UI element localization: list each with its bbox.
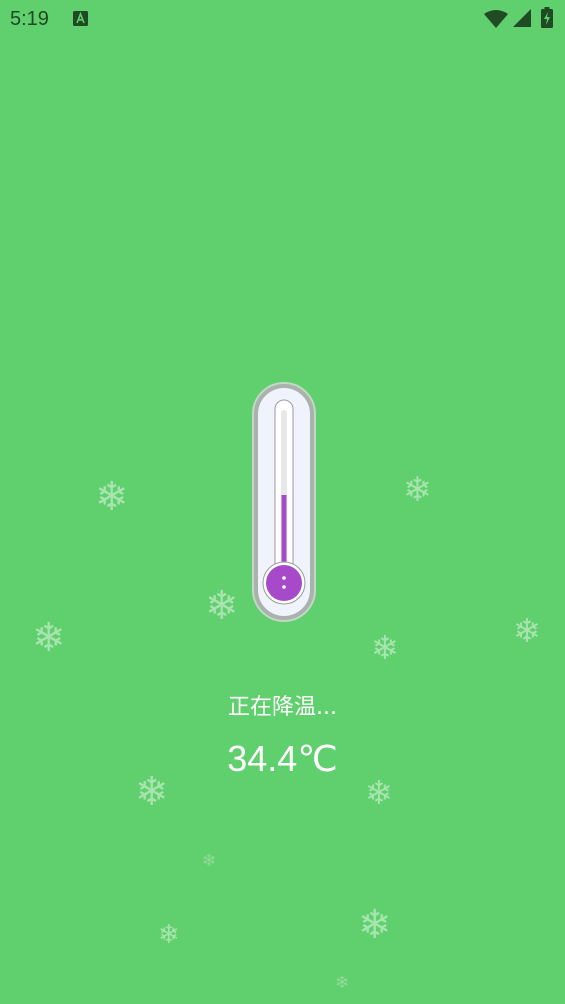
snowflake-icon: ❄ (202, 851, 217, 871)
snowflake-icon: ❄ (358, 902, 392, 948)
thermometer-graphic (252, 382, 316, 622)
snowflake-icon: ❄ (205, 583, 239, 629)
snowflake-icon: ❄ (158, 920, 180, 950)
temperature-readout: 34.4℃ (227, 738, 338, 779)
wifi-icon (484, 10, 508, 28)
snowflake-icon: ❄ (95, 474, 129, 520)
battery-charging-icon (541, 7, 553, 28)
status-time: 5:19 (10, 8, 49, 30)
thermometer-bulb (266, 565, 302, 601)
snowflake-icon: ❄ (371, 628, 399, 667)
notification-a-icon (73, 11, 88, 26)
cellular-signal-icon (513, 9, 531, 27)
status-bar: 5:19 (0, 0, 565, 40)
snowflake-icon: ❄ (335, 973, 350, 993)
snowflake-icon: ❄ (365, 773, 393, 812)
cooling-status-label: 正在降温... (228, 695, 337, 720)
snowflake-icon: ❄ (403, 470, 432, 510)
snowflake-icon: ❄ (513, 611, 541, 650)
snowflake-icon: ❄ (32, 615, 66, 661)
